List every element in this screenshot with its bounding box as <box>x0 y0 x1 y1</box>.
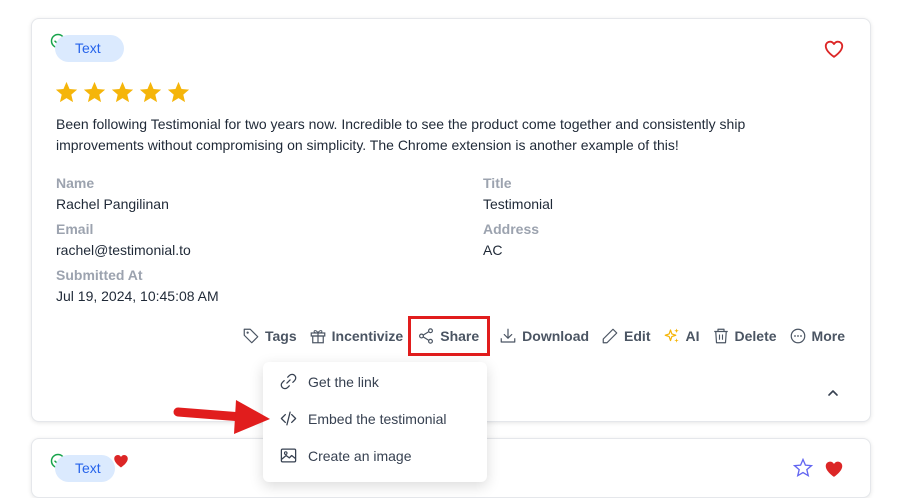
star-icon <box>55 81 78 103</box>
heart-icon[interactable] <box>112 452 130 470</box>
share-button[interactable]: Share <box>408 316 491 356</box>
address-label: Address <box>483 221 540 237</box>
gift-icon <box>310 330 325 344</box>
star-icon[interactable] <box>793 458 813 478</box>
edit-button[interactable]: Edit <box>601 322 651 350</box>
menu-item-label: Create an image <box>308 447 412 464</box>
code-icon <box>280 411 297 426</box>
incentivize-button[interactable]: Incentivize <box>309 322 404 350</box>
menu-item-label: Embed the testimonial <box>308 410 447 427</box>
title-value: Testimonial <box>483 196 554 212</box>
link-icon <box>280 373 297 390</box>
tags-button[interactable]: Tags <box>242 322 297 350</box>
type-badge: Text <box>55 35 124 62</box>
menu-item-label: Get the link <box>308 373 379 390</box>
star-icon <box>139 81 162 103</box>
annotation-arrow-icon <box>173 400 270 434</box>
delete-button[interactable]: Delete <box>712 322 777 350</box>
ai-button[interactable]: AI <box>663 322 700 350</box>
more-button[interactable]: More <box>789 322 845 350</box>
star-rating <box>54 80 191 105</box>
email-value: rachel@testimonial.to <box>56 242 191 258</box>
star-icon <box>83 81 106 103</box>
menu-item-embed[interactable]: Embed the testimonial <box>279 409 447 428</box>
tags-label: Tags <box>265 328 297 344</box>
share-label: Share <box>440 328 480 344</box>
more-label: More <box>811 328 845 344</box>
edit-label: Edit <box>624 328 651 344</box>
tag-icon <box>243 328 259 344</box>
chevron-up-icon[interactable] <box>826 386 840 400</box>
menu-item-create-image[interactable]: Create an image <box>279 446 412 465</box>
submitted-at-label: Submitted At <box>56 267 143 283</box>
heart-icon[interactable] <box>823 458 845 480</box>
incentivize-label: Incentivize <box>331 328 404 344</box>
ai-label: AI <box>685 328 700 344</box>
download-button[interactable]: Download <box>499 322 589 350</box>
testimonial-text: Been following Testimonial for two years… <box>56 116 746 153</box>
title-label: Title <box>483 175 512 191</box>
name-label: Name <box>56 175 95 191</box>
sparkles-icon <box>664 328 679 343</box>
name-value: Rachel Pangilinan <box>56 196 169 212</box>
share-icon <box>419 328 434 344</box>
download-icon <box>500 328 516 343</box>
submitted-at-value: Jul 19, 2024, 10:45:08 AM <box>56 288 219 304</box>
menu-item-get-link[interactable]: Get the link <box>279 372 379 391</box>
download-label: Download <box>522 328 590 344</box>
star-icon <box>167 81 190 103</box>
pencil-icon <box>602 328 618 344</box>
type-badge: Text <box>55 455 115 482</box>
trash-icon <box>713 328 728 344</box>
more-icon <box>790 328 805 344</box>
delete-label: Delete <box>734 328 777 344</box>
star-icon <box>111 81 134 103</box>
email-label: Email <box>56 221 94 237</box>
address-value: AC <box>483 242 503 258</box>
heart-icon[interactable] <box>823 38 845 60</box>
action-bar: Tags Incentivize Share Download Edit AI … <box>242 316 857 356</box>
share-menu: Get the link Embed the testimonial Creat… <box>263 362 487 482</box>
image-icon <box>280 448 297 463</box>
